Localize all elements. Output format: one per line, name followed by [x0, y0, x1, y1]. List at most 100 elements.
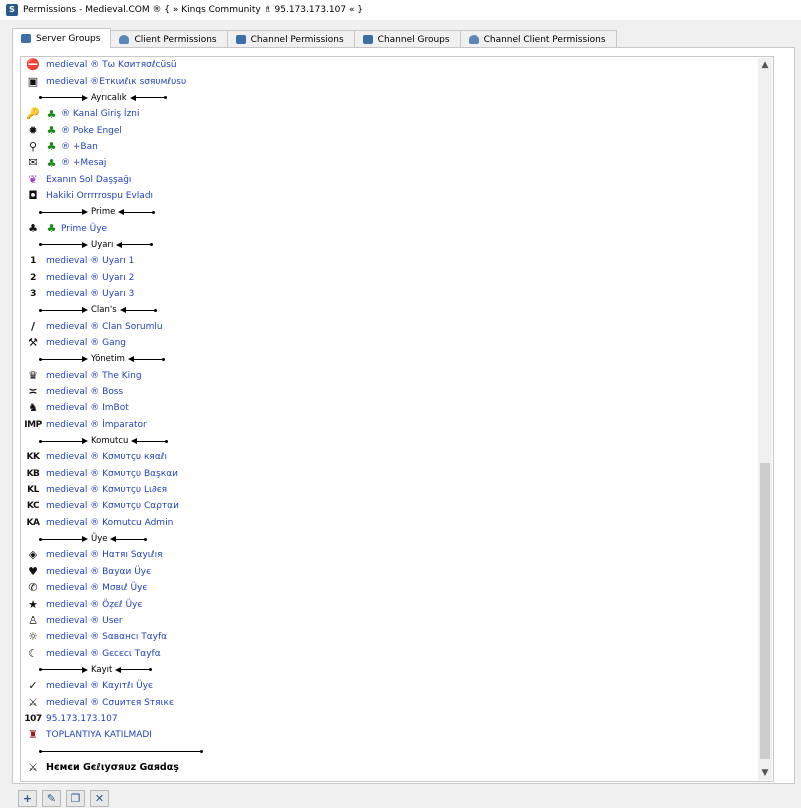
separator-line — [124, 211, 153, 213]
server-group-row[interactable]: ⚒ medieval ® Gang — [21, 335, 773, 351]
server-group-label: medieval ®Eткιиℓιк ѕσяυмℓυѕυ — [46, 76, 187, 87]
server-group-row[interactable]: ☾ medieval ® Gєcєcι Tαyfα — [21, 645, 773, 661]
tab-channel-permissions[interactable]: Channel Permissions — [226, 30, 355, 48]
separator-dot — [200, 750, 203, 754]
delete-button[interactable]: ✕ — [90, 790, 109, 807]
server-group-row[interactable]: ♛ medieval ® The King — [21, 368, 773, 384]
server-group-row[interactable]: ♞ medieval ® ImBot — [21, 400, 773, 416]
sun-icon: ☼ — [28, 630, 38, 644]
kc-text-icon: KC — [26, 501, 40, 512]
server-group-label: medieval ® Kσмυтçυ Lι∂єя — [46, 485, 168, 496]
server-group-row[interactable]: KC medieval ® Kσмυтçυ Cαρтαи — [21, 498, 773, 514]
separator-label: Ayrıcalık — [91, 92, 127, 103]
add-button[interactable]: + — [18, 790, 37, 807]
money-bag-icon: ♣ — [28, 221, 38, 235]
key-icon: 🔑 — [26, 107, 40, 121]
group-separator-row: Clan's — [21, 302, 773, 318]
107-text-icon: 107 — [24, 713, 42, 724]
server-group-row[interactable]: ★ medieval ® Öẓєℓ Üує — [21, 596, 773, 612]
scroll-up-icon[interactable]: ▲ — [758, 58, 772, 72]
tab-server-groups[interactable]: Server Groups — [12, 28, 112, 48]
server-group-row[interactable]: 3 medieval ® Uyarı 3 — [21, 286, 773, 302]
server-group-label: ® +Ban — [61, 141, 98, 152]
server-group-row[interactable]: ✓ medieval ® Kαуıтℓı Üує — [21, 678, 773, 694]
crown-icon: ♛ — [28, 368, 38, 382]
scroll-thumb[interactable] — [760, 463, 770, 759]
server-group-row[interactable]: KK medieval ® Kσмυтçυ кяαℓı — [21, 449, 773, 465]
group-separator-row: Ayrıcalık — [21, 90, 773, 106]
channel-groups-icon — [362, 35, 373, 44]
server-group-row[interactable]: ▣ medieval ®Eткιиℓιк ѕσяυмℓυѕυ — [21, 73, 773, 89]
server-group-row[interactable]: KA medieval ® Komutcu Admin — [21, 515, 773, 531]
server-group-label: ® +Mesaj — [61, 158, 107, 169]
copy-button[interactable]: ❐ — [66, 790, 85, 807]
server-group-row[interactable]: ⚲ ♣ ® +Ban — [21, 139, 773, 155]
server-group-row[interactable]: ◘ Hakiki Orrrrrospu Evladı — [21, 188, 773, 204]
server-groups-panel: ⛔ medieval ® Tω Kσитяσℓcüsü ▣ medieval ®Eтк… — [12, 47, 795, 784]
server-group-label: medieval ® Kσмυтçυ Cαρтαи — [46, 501, 179, 512]
server-group-label: 95.173.173.107 — [46, 713, 118, 724]
server-group-row[interactable]: ⚔ Hємєи Gєℓιуσяυz Gαяdαş — [21, 760, 773, 776]
server-group-row[interactable]: 2 medieval ® Uyarı 2 — [21, 269, 773, 285]
clover-icon: ♣ — [46, 156, 57, 170]
separator-line — [42, 538, 82, 540]
server-group-label: medieval ® Sαвαнcı Tαyfα — [46, 632, 168, 643]
separator-line — [116, 538, 145, 540]
moon-icon: ☾ — [28, 646, 38, 660]
server-group-row[interactable]: ⛔ medieval ® Tω Kσитяσℓcüsü — [21, 57, 773, 73]
server-group-row[interactable]: ☼ medieval ® Sαвαнcı Tαyfα — [21, 629, 773, 645]
scrollbar[interactable]: ▲ ▼ — [758, 58, 772, 780]
splat-icon: ✹ — [28, 123, 38, 137]
server-group-label: Hємєи Gєℓιуσяυz Gαяdαş — [46, 762, 179, 774]
tab-client-permissions[interactable]: Client Permissions — [110, 30, 228, 48]
number-2-icon: 2 — [30, 272, 36, 283]
server-group-label: medieval ® Hαтяı Sαуιℓıя — [46, 550, 163, 561]
server-group-row[interactable]: 🔑 ♣ ® Kanal Giriş İzni — [21, 106, 773, 122]
server-group-label: medieval ® Boss — [46, 387, 124, 398]
server-group-row[interactable]: ♥ medieval ® Bαуαи Üує — [21, 564, 773, 580]
server-group-label: medieval ® Tω Kσитяσℓcüsü — [46, 60, 177, 71]
separator-label: Yönetim — [91, 354, 125, 365]
server-group-row[interactable]: IMP medieval ® İmparator — [21, 417, 773, 433]
clover-icon: ♣ — [46, 140, 57, 154]
channel-client-permissions-icon — [468, 35, 479, 44]
server-group-label: medieval ® Komutcu Admin — [46, 517, 174, 528]
server-group-row[interactable]: 107 95.173.173.107 — [21, 711, 773, 727]
separator-line — [133, 358, 162, 360]
server-group-label: medieval ® Öẓєℓ Üує — [46, 599, 143, 610]
number-1-icon: 1 — [30, 256, 36, 267]
server-group-row[interactable]: KB medieval ® Kσмυтçυ Bαşкαи — [21, 466, 773, 482]
separator-line — [42, 211, 82, 213]
server-group-row[interactable]: ✉ ♣ ® +Mesaj — [21, 155, 773, 171]
scroll-down-icon[interactable]: ▼ — [758, 766, 772, 780]
tab-channel-client-permissions[interactable]: Channel Client Permissions — [459, 30, 617, 48]
server-group-row[interactable]: KL medieval ® Kσмυтçυ Lι∂єя — [21, 482, 773, 498]
server-group-row[interactable]: ❦ Exanın Sol Daşşağı — [21, 171, 773, 187]
tab-channel-groups[interactable]: Channel Groups — [353, 30, 461, 48]
clover-icon: ♣ — [46, 124, 57, 138]
server-group-row[interactable]: ◈ medieval ® Hαтяı Sαуιℓıя — [21, 547, 773, 563]
server-group-label: medieval ® The King — [46, 370, 142, 381]
server-group-row[interactable]: 1 medieval ® Uyarı 1 — [21, 253, 773, 269]
server-group-row[interactable]: ✹ ♣ ® Poke Engel — [21, 122, 773, 138]
server-group-row[interactable]: ✆ medieval ® Mσвιℓ Üує — [21, 580, 773, 596]
server-group-label: medieval ® Uyarı 1 — [46, 256, 135, 267]
server-group-row[interactable]: ⚔ medieval ® Cσuитєя Sтяιкє — [21, 694, 773, 710]
server-group-label: medieval ® Cσuитєя Sтяιкє — [46, 697, 174, 708]
group-separator-row: Yönetim — [21, 351, 773, 367]
server-group-row[interactable]: ♙ medieval ® User — [21, 613, 773, 629]
kl-text-icon: KL — [27, 485, 39, 496]
app-icon: S — [6, 4, 18, 16]
hammer-icon: ⚒ — [28, 336, 38, 350]
server-group-list[interactable]: ⛔ medieval ® Tω Kσитяσℓcüsü ▣ medieval ®Eтк… — [20, 56, 774, 782]
separator-label: Prime — [91, 207, 116, 218]
server-group-row[interactable]: ♜ TOPLANTIYA KATILMADI — [21, 727, 773, 743]
server-group-row[interactable]: ♣ ♣ Prime Üye — [21, 220, 773, 236]
rename-button[interactable]: ✎ — [42, 790, 61, 807]
separator-line — [122, 244, 151, 246]
diamond-icon: ◈ — [28, 548, 38, 562]
server-group-row[interactable]: / medieval ® Clan Sorumlu — [21, 319, 773, 335]
server-group-label: medieval ® ImBot — [46, 403, 129, 414]
server-group-row[interactable]: ≍ medieval ® Boss — [21, 384, 773, 400]
separator-label: Clan's — [91, 305, 117, 316]
